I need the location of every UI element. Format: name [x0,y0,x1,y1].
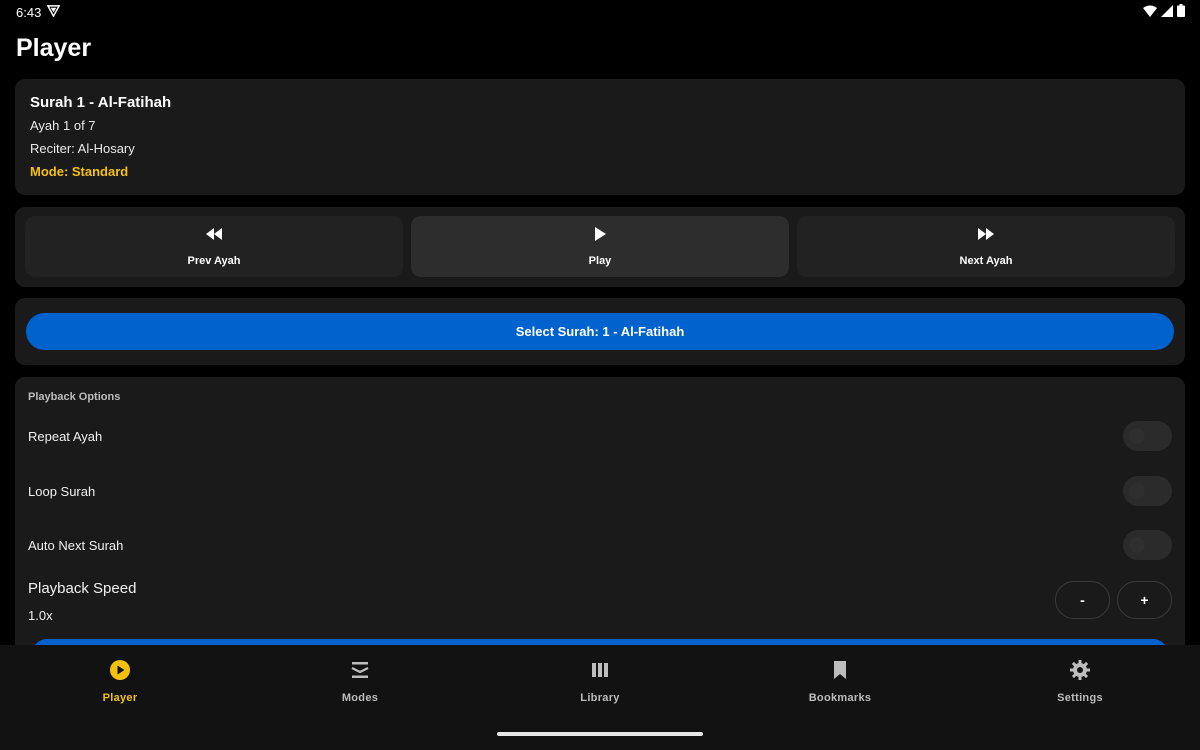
status-left: 6:43 [16,4,61,20]
increase-speed-button[interactable]: + [1117,581,1172,619]
nav-item-settings[interactable]: Settings [960,645,1200,750]
bookmark-icon [829,659,851,686]
next-ayah-label: Next Ayah [959,255,1013,267]
nav-label-player: Player [102,692,138,704]
nav-item-bookmarks[interactable]: Bookmarks [720,645,960,750]
playback-options-card: Playback Options Repeat Ayah Loop Surah … [15,377,1185,657]
gear-icon [1069,659,1091,686]
play-button[interactable]: Play [411,216,789,277]
nav-item-modes[interactable]: Modes [240,645,480,750]
surah-title: Surah 1 - Al-Fatihah [30,94,172,111]
battery-icon [1177,4,1185,20]
loop-surah-toggle[interactable] [1123,476,1172,506]
select-surah-button[interactable]: Select Surah: 1 - Al-Fatihah [26,313,1174,350]
decrease-speed-button[interactable]: - [1055,581,1110,619]
select-surah-card: Select Surah: 1 - Al-Fatihah [15,298,1185,365]
prev-ayah-label: Prev Ayah [187,255,241,267]
prev-ayah-button[interactable]: Prev Ayah [25,216,403,277]
modes-icon [349,659,371,686]
nav-label-library: Library [580,692,620,704]
playback-options-header: Playback Options [28,391,121,403]
vpn-shield-icon [46,4,61,20]
playback-controls: Prev Ayah Play Next Ayah [15,207,1185,287]
status-right [1143,4,1185,20]
playback-speed-value: 1.0x [28,608,53,623]
page-title: Player [16,34,92,62]
now-playing-card: Surah 1 - Al-Fatihah Ayah 1 of 7 Reciter… [15,79,1185,195]
loop-surah-label: Loop Surah [28,483,96,499]
fast-forward-icon [977,226,995,247]
nav-label-settings: Settings [1057,692,1103,704]
reciter-text: Reciter: Al-Hosary [30,141,135,156]
loop-surah-row: Loop Surah [28,476,1172,506]
nav-label-modes: Modes [341,692,379,704]
repeat-ayah-row: Repeat Ayah [28,421,1172,451]
next-ayah-button[interactable]: Next Ayah [797,216,1175,277]
status-time: 6:43 [16,4,42,20]
auto-next-surah-label: Auto Next Surah [28,537,124,553]
auto-next-surah-row: Auto Next Surah [28,530,1172,560]
nav-label-bookmarks: Bookmarks [808,692,872,704]
repeat-ayah-label: Repeat Ayah [28,428,103,444]
play-icon [591,226,609,247]
rewind-icon [205,226,223,247]
nav-item-player[interactable]: Player [0,645,240,750]
mode-text: Mode: Standard [30,164,129,179]
play-circle-icon [109,659,131,686]
auto-next-surah-toggle[interactable] [1123,530,1172,560]
cell-signal-icon [1161,4,1173,20]
ayah-progress: Ayah 1 of 7 [30,118,96,133]
play-label: Play [588,255,612,267]
repeat-ayah-toggle[interactable] [1123,421,1172,451]
wifi-icon [1143,5,1157,20]
home-indicator[interactable] [497,732,703,736]
playback-speed-label: Playback Speed [28,580,137,597]
library-icon [589,659,611,686]
status-bar: 6:43 [0,0,1200,24]
